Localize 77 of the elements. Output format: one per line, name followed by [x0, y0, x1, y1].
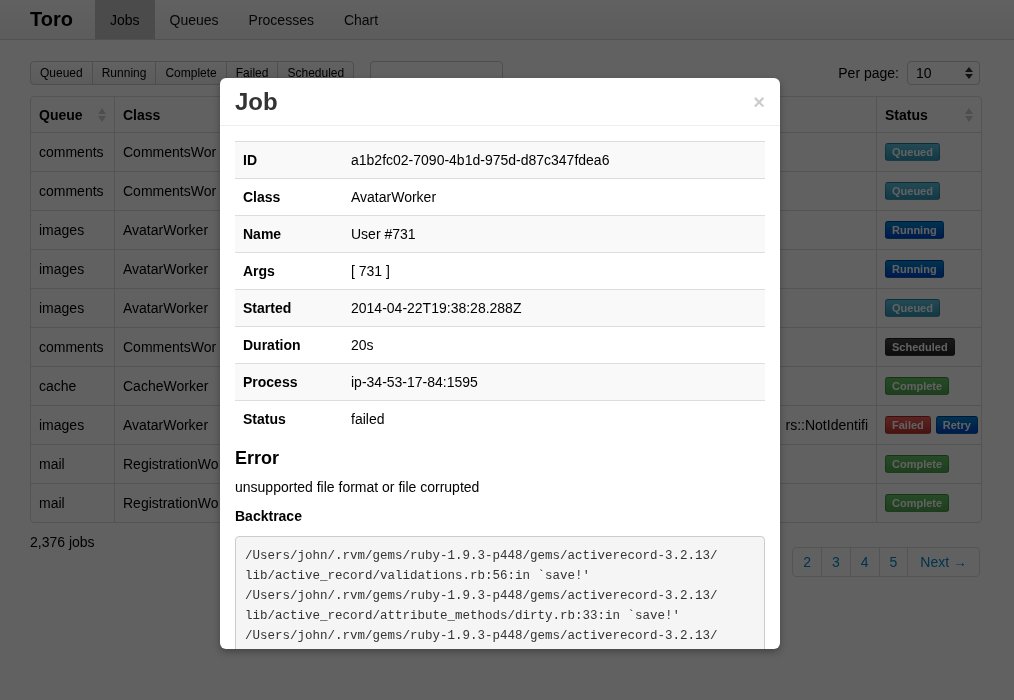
close-button[interactable]: × — [753, 91, 765, 112]
backtrace-line: /Users/john/.rvm/gems/ruby-1.9.3-p448/gems/activerecord-3.2.13/ — [245, 548, 719, 565]
nav-tab[interactable]: Jobs — [94, 0, 155, 39]
status-button[interactable]: Running — [885, 260, 944, 278]
table-cell: comments — [39, 144, 104, 160]
status-button[interactable]: Failed — [885, 416, 931, 434]
field-label: Status — [243, 411, 286, 427]
status-button[interactable]: Queued — [885, 143, 940, 161]
status-button[interactable]: Complete — [885, 455, 950, 473]
field-value: User #731 — [351, 226, 416, 242]
field-value: AvatarWorker — [351, 189, 437, 205]
table-cell: AvatarWorker — [123, 300, 209, 316]
next-page-link[interactable]: Next → — [907, 548, 979, 576]
status-button[interactable]: Scheduled — [885, 338, 955, 356]
column-header[interactable]: Class — [123, 106, 161, 123]
filter-button[interactable]: Running — [91, 61, 157, 85]
backtrace-line: lib/active_record/validations.rb:56:in `save!' — [245, 568, 592, 585]
up-down-arrows-icon — [965, 67, 973, 79]
dialog-title: Job — [235, 87, 278, 116]
nav-tab[interactable]: Chart — [328, 0, 394, 39]
job-count: 2,376 jobs — [30, 534, 95, 550]
table-cell: CommentsWor — [123, 339, 217, 355]
table-cell: AvatarWorker — [123, 222, 209, 238]
table-cell: images — [39, 261, 85, 277]
field-label: Started — [243, 300, 292, 316]
table-cell: rs::NotIdentifi — [785, 417, 868, 433]
table-cell: mail — [39, 456, 65, 472]
status-button[interactable]: Retry — [935, 416, 978, 434]
table-cell: AvatarWorker — [123, 417, 209, 433]
status-button[interactable]: Queued — [885, 299, 940, 317]
table-cell: cache — [39, 378, 77, 394]
column-header[interactable]: Queue — [39, 106, 83, 123]
table-cell: images — [39, 417, 85, 433]
field-value: ip-34-53-17-84:1595 — [351, 374, 478, 390]
backtrace-heading: Backtrace — [235, 507, 303, 526]
table-cell: RegistrationWo — [123, 456, 219, 472]
filter-button[interactable]: Complete — [155, 61, 227, 85]
field-label: ID — [243, 152, 257, 168]
page-link[interactable]: 4 — [849, 548, 879, 576]
brand-logo[interactable]: Toro — [30, 0, 95, 39]
table-cell: comments — [39, 339, 104, 355]
page-link[interactable]: 2 — [793, 548, 821, 576]
page-link[interactable]: 5 — [878, 548, 908, 576]
backtrace-line: /Users/john/.rvm/gems/ruby-1.9.3-p448/gems/activerecord-3.2.13/ — [245, 588, 719, 605]
column-header[interactable]: Status — [885, 106, 928, 123]
field-label: Args — [243, 263, 275, 279]
table-cell: CommentsWor — [123, 183, 217, 199]
table-cell: RegistrationWo — [123, 495, 219, 511]
table-cell: comments — [39, 183, 104, 199]
field-value: a1b2fc02-7090-4b1d-975d-d87c347fdea6 — [351, 152, 610, 168]
field-value: [ 731 ] — [351, 263, 390, 279]
status-button[interactable]: Complete — [885, 377, 950, 395]
field-value: 2014-04-22T19:38:28.288Z — [351, 300, 522, 316]
table-cell: images — [39, 222, 85, 238]
field-value: 20s — [351, 337, 374, 353]
table-cell: mail — [39, 495, 65, 511]
page-link[interactable]: 3 — [820, 548, 850, 576]
backtrace-line: /Users/john/.rvm/gems/ruby-1.9.3-p448/gems/activerecord-3.2.13/ — [245, 628, 719, 645]
filter-button[interactable]: Queued — [30, 61, 93, 85]
per-page-label: Per page: — [838, 65, 899, 81]
backtrace-line: lib/active_record/attribute_methods/dirty.rb:33:in `save!' — [245, 608, 682, 625]
table-cell: images — [39, 300, 85, 316]
nav-tab[interactable]: Processes — [233, 0, 329, 39]
field-label: Duration — [243, 337, 301, 353]
status-button[interactable]: Queued — [885, 182, 940, 200]
field-label: Name — [243, 226, 282, 242]
error-message: unsupported file format or file corrupted — [235, 478, 481, 497]
table-cell: CommentsWor — [123, 144, 217, 160]
table-cell: CacheWorker — [123, 378, 209, 394]
field-value: failed — [351, 411, 385, 427]
field-label: Class — [243, 189, 281, 205]
per-page-select[interactable]: 10 — [907, 61, 980, 85]
table-cell: AvatarWorker — [123, 261, 209, 277]
status-button[interactable]: Running — [885, 221, 944, 239]
field-label: Process — [243, 374, 298, 390]
status-button[interactable]: Complete — [885, 494, 950, 512]
error-heading: Error — [235, 447, 280, 470]
